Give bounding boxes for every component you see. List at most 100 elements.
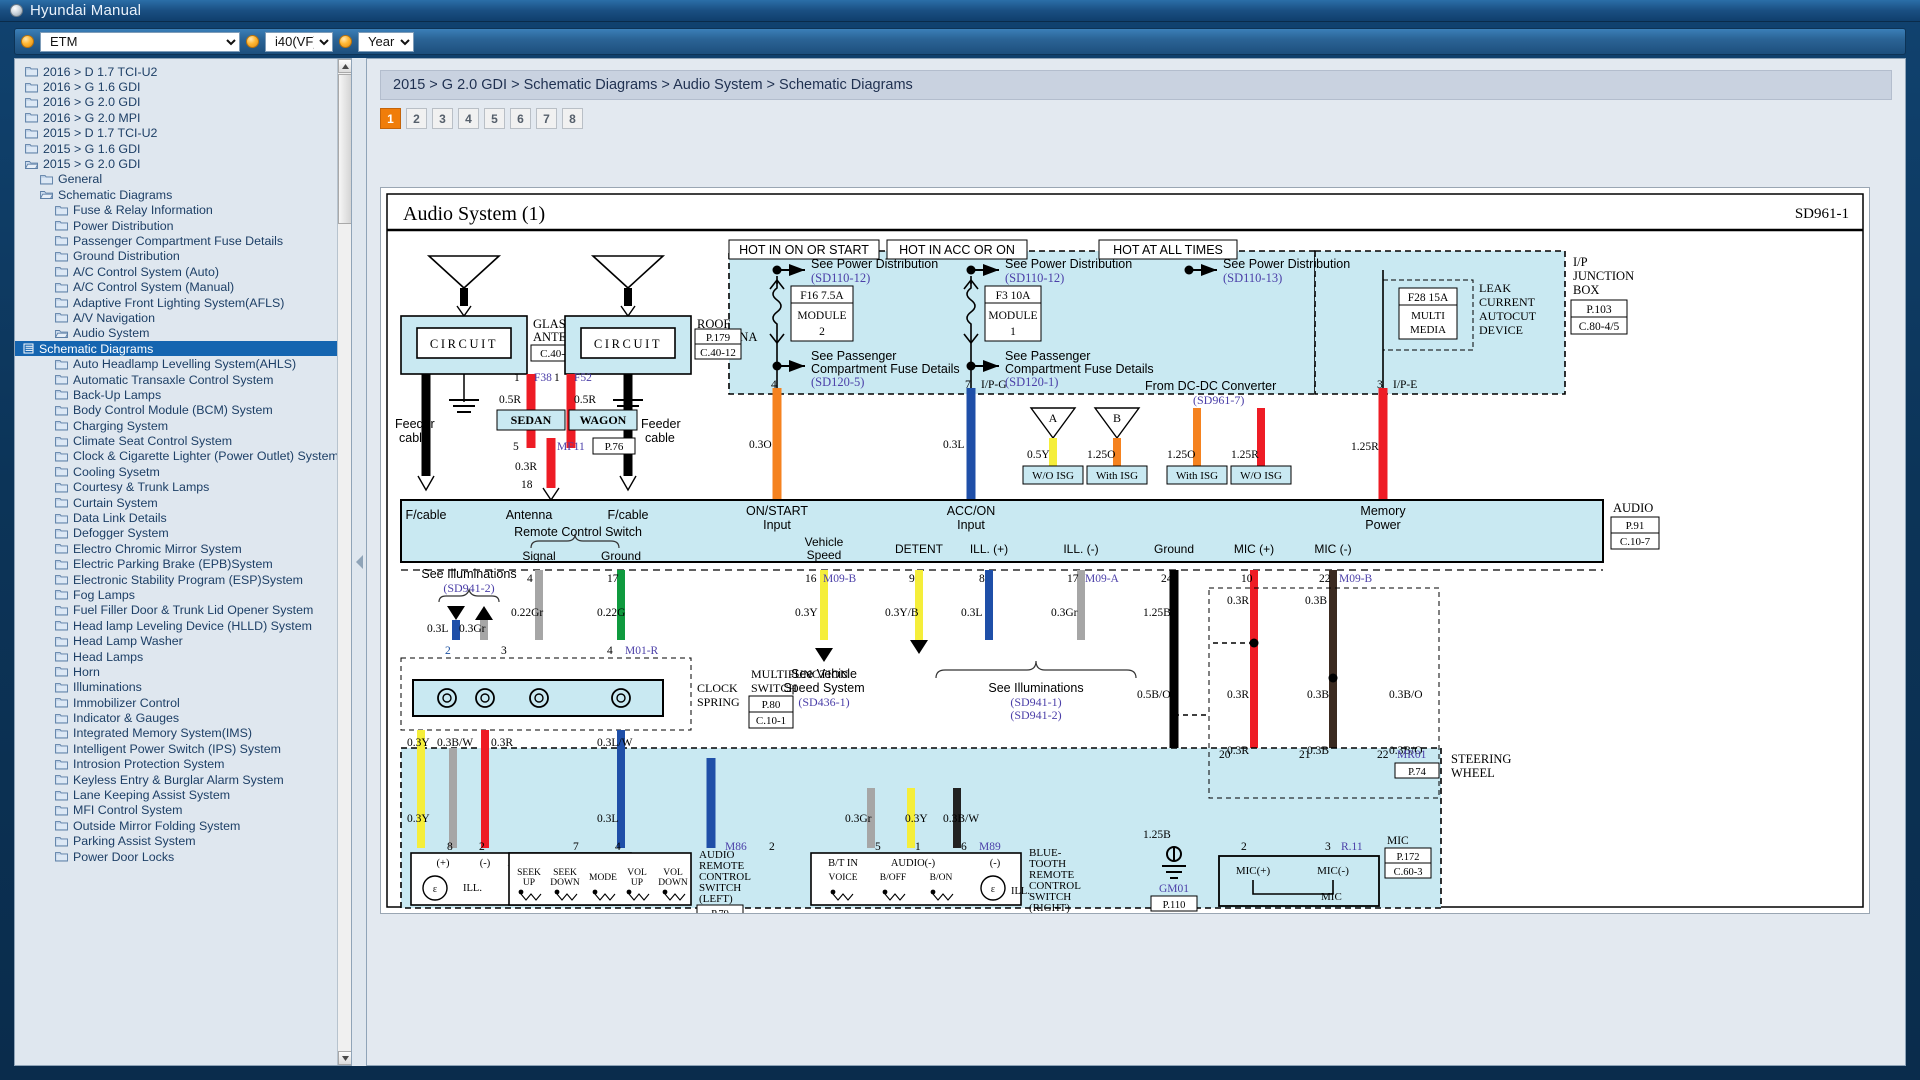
- folder-closed-icon: [55, 575, 68, 585]
- illum-ref-code: (SD941-2): [443, 581, 494, 595]
- page-tab-5[interactable]: 5: [484, 108, 505, 129]
- navigation-tree[interactable]: 2016 > D 1.7 TCI-U2 2016 > G 1.6 GDI 2016 …: [15, 59, 337, 1065]
- sidebar-item-2016-d-1-7-tci-u2[interactable]: 2016 > D 1.7 TCI-U2: [23, 64, 337, 79]
- sidebar-item-courtesy-trunk-lamps[interactable]: Courtesy & Trunk Lamps: [23, 480, 337, 495]
- junction-box-conn: P.103: [1586, 304, 1611, 316]
- page-tab-4[interactable]: 4: [458, 108, 479, 129]
- fuse-inline-wire: 0.5R: [499, 394, 521, 406]
- splitter-collapse-arrow-icon[interactable]: [355, 555, 363, 569]
- sidebar-item-lane-keeping-assist-system[interactable]: Lane Keeping Assist System: [23, 787, 337, 802]
- bottom-wire-5: 0.3L: [597, 813, 618, 825]
- bottom-pin-2: 7: [573, 841, 579, 853]
- audio-row-label-memory: Memory: [1360, 504, 1406, 518]
- manual-type-select[interactable]: ETM: [40, 31, 240, 52]
- sidebar-item-body-control-module-bcm-system[interactable]: Body Control Module (BCM) System: [23, 403, 337, 418]
- page-tab-3[interactable]: 3: [432, 108, 453, 129]
- sidebar-item-fuse-relay-information[interactable]: Fuse & Relay Information: [23, 203, 337, 218]
- navigation-tree-panel: 2016 > D 1.7 TCI-U2 2016 > G 1.6 GDI 2016 …: [14, 58, 352, 1066]
- sidebar-item-indicator-gauges[interactable]: Indicator & Gauges: [23, 710, 337, 725]
- mr01-pin-0: 20: [1219, 749, 1231, 761]
- page-tab-2[interactable]: 2: [406, 108, 427, 129]
- mic-conn: P.172: [1396, 852, 1419, 863]
- antenna-circuit-label: CIRCUIT: [430, 337, 498, 351]
- sidebar-item-electro-chromic-mirror-system[interactable]: Electro Chromic Mirror System: [23, 541, 337, 556]
- sidebar-item-integrated-memory-system-ims[interactable]: Integrated Memory System(IMS): [23, 726, 337, 741]
- mr01-conn: P.74: [1408, 767, 1427, 778]
- sidebar-item-keyless-entry-burglar-alarm-system[interactable]: Keyless Entry & Burglar Alarm System: [23, 772, 337, 787]
- sidebar-item-schematic-diagrams[interactable]: Schematic Diagrams: [15, 341, 337, 357]
- scroll-down-button[interactable]: [338, 1051, 351, 1065]
- sidebar-item-general[interactable]: General: [23, 172, 337, 187]
- sidebar-item-audio-system[interactable]: Audio System: [23, 326, 337, 341]
- sidebar-item-mfi-control-system[interactable]: MFI Control System: [23, 803, 337, 818]
- sidebar-item-label: MFI Control System: [73, 803, 183, 818]
- page-tab-8[interactable]: 8: [562, 108, 583, 129]
- sidebar-item-illuminations[interactable]: Illuminations: [23, 680, 337, 695]
- sidebar-item-intelligent-power-switch-ips-system[interactable]: Intelligent Power Switch (IPS) System: [23, 741, 337, 756]
- sidebar-item-back-up-lamps[interactable]: Back-Up Lamps: [23, 387, 337, 402]
- sidebar-item-defogger-system[interactable]: Defogger System: [23, 526, 337, 541]
- sidebar-item-electronic-stability-program-esp-system[interactable]: Electronic Stability Program (ESP)System: [23, 572, 337, 587]
- year-select[interactable]: Year: [358, 31, 414, 52]
- schematic-diagram-viewer[interactable]: Audio System (1) SD961-1 HOT IN ON OR ST…: [380, 187, 1870, 914]
- folder-closed-icon: [55, 436, 68, 447]
- sidebar-item-adaptive-front-lighting-system-afls[interactable]: Adaptive Front Lighting System(AFLS): [23, 295, 337, 310]
- page-tab-1[interactable]: 1: [380, 108, 401, 129]
- page-tabs[interactable]: 12345678: [380, 108, 1905, 129]
- sidebar-item-2015-g-2-0-gdi[interactable]: 2015 > G 2.0 GDI: [23, 156, 337, 171]
- model-select[interactable]: i40(VF): [265, 31, 333, 52]
- sidebar-item-2016-g-2-0-mpi[interactable]: 2016 > G 2.0 MPI: [23, 110, 337, 125]
- sidebar-item-schematic-diagrams[interactable]: Schematic Diagrams: [23, 187, 337, 202]
- sidebar-item-immobilizer-control[interactable]: Immobilizer Control: [23, 695, 337, 710]
- folder-closed-icon: [55, 513, 68, 523]
- sidebar-item-power-distribution[interactable]: Power Distribution: [23, 218, 337, 233]
- pin-wire-1: 0.22G: [597, 607, 625, 619]
- sidebar-item-fuel-filler-door-trunk-lid-opener-system[interactable]: Fuel Filler Door & Trunk Lid Opener Syst…: [23, 603, 337, 618]
- sidebar-item-a-c-control-system-auto[interactable]: A/C Control System (Auto): [23, 264, 337, 279]
- sidebar-item-power-door-locks[interactable]: Power Door Locks: [23, 849, 337, 864]
- sidebar-item-auto-headlamp-levelling-system-ahls[interactable]: Auto Headlamp Levelling System(AHLS): [23, 356, 337, 371]
- sidebar-item-outside-mirror-folding-system[interactable]: Outside Mirror Folding System: [23, 818, 337, 833]
- sidebar-item-clock-cigarette-lighter-power-outlet-system[interactable]: Clock & Cigarette Lighter (Power Outlet)…: [23, 449, 337, 464]
- page-tab-6[interactable]: 6: [510, 108, 531, 129]
- sidebar-item-electric-parking-brake-epb-system[interactable]: Electric Parking Brake (EPB)System: [23, 557, 337, 572]
- tree-scrollbar[interactable]: [337, 59, 351, 1065]
- clock-spring-conn-tag: M01-R: [625, 645, 659, 657]
- sidebar-item-a-c-control-system-manual[interactable]: A/C Control System (Manual): [23, 279, 337, 294]
- sidebar-item-label: 2015 > G 1.6 GDI: [43, 141, 141, 156]
- sidebar-item-introsion-protection-system[interactable]: Introsion Protection System: [23, 757, 337, 772]
- sidebar-item-cooling-sysetm[interactable]: Cooling Sysetm: [23, 464, 337, 479]
- sidebar-item-2015-d-1-7-tci-u2[interactable]: 2015 > D 1.7 TCI-U2: [23, 126, 337, 141]
- sidebar-item-horn[interactable]: Horn: [23, 664, 337, 679]
- title-bar: Hyundai Manual: [0, 0, 1920, 22]
- sidebar-item-parking-assist-system[interactable]: Parking Assist System: [23, 834, 337, 849]
- sidebar-item-head-lamp-washer[interactable]: Head Lamp Washer: [23, 633, 337, 648]
- isg-wire-3: 1.25R: [1231, 449, 1259, 461]
- folder-closed-icon: [55, 282, 68, 293]
- sidebar-item-fog-lamps[interactable]: Fog Lamps: [23, 587, 337, 602]
- sidebar-item-curtain-system[interactable]: Curtain System: [23, 495, 337, 510]
- sidebar-item-climate-seat-control-system[interactable]: Climate Seat Control System: [23, 433, 337, 448]
- folder-closed-icon: [25, 82, 38, 93]
- toolbar: ETM i40(VF) Year: [14, 28, 1906, 55]
- page-tab-7[interactable]: 7: [536, 108, 557, 129]
- folder-closed-icon: [55, 790, 68, 800]
- sidebar-item-label: Intelligent Power Switch (IPS) System: [73, 741, 281, 756]
- scroll-up-button[interactable]: [338, 59, 351, 73]
- folder-closed-icon: [55, 421, 68, 431]
- scrollbar-thumb[interactable]: [338, 74, 351, 224]
- sidebar-item-head-lamps[interactable]: Head Lamps: [23, 649, 337, 664]
- sidebar-item-head-lamp-leveling-device-hlld-system[interactable]: Head lamp Leveling Device (HLLD) System: [23, 618, 337, 633]
- sidebar-item-automatic-transaxle-control-system[interactable]: Automatic Transaxle Control System: [23, 372, 337, 387]
- sidebar-item-passenger-compartment-fuse-details[interactable]: Passenger Compartment Fuse Details: [23, 233, 337, 248]
- sidebar-item-data-link-details[interactable]: Data Link Details: [23, 510, 337, 525]
- sidebar-item-a-v-navigation[interactable]: A/V Navigation: [23, 310, 337, 325]
- panel-splitter[interactable]: [352, 58, 366, 1066]
- sidebar-item-label: Automatic Transaxle Control System: [73, 372, 274, 387]
- sidebar-item-ground-distribution[interactable]: Ground Distribution: [23, 249, 337, 264]
- btn-mode: MODE: [589, 873, 617, 883]
- sidebar-item-2015-g-1-6-gdi[interactable]: 2015 > G 1.6 GDI: [23, 141, 337, 156]
- sidebar-item-charging-system[interactable]: Charging System: [23, 418, 337, 433]
- sidebar-item-2016-g-2-0-gdi[interactable]: 2016 > G 2.0 GDI: [23, 95, 337, 110]
- sidebar-item-2016-g-1-6-gdi[interactable]: 2016 > G 1.6 GDI: [23, 79, 337, 94]
